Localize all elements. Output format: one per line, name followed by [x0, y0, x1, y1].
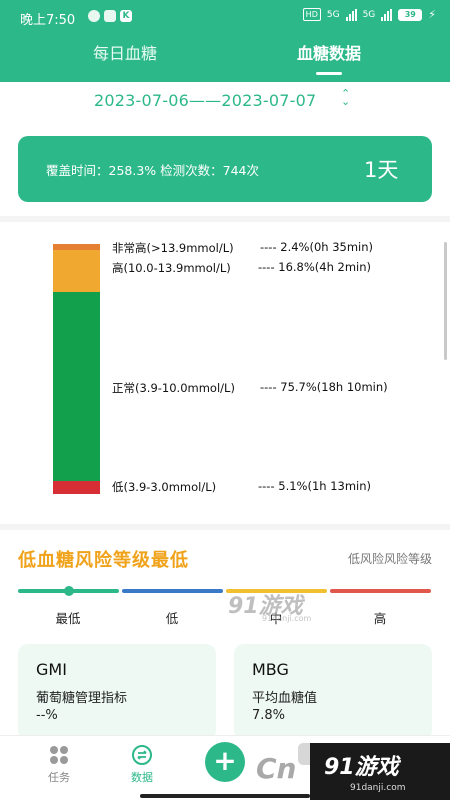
summary-section: 覆盖时间：258.3% 检测次数：744次 1天	[0, 128, 450, 216]
risk-scale-high	[330, 589, 431, 593]
home-indicator[interactable]	[140, 794, 310, 798]
dist-label-very-high: 非常高(>13.9mmol/L)	[112, 241, 234, 255]
chat-icon	[88, 10, 100, 22]
coverage-text: 覆盖时间：258.3% 检测次数：744次	[46, 163, 259, 178]
watermark-box-site: 91danji.com	[350, 783, 406, 793]
status-indicators: HD 5G 5G 39 ⚡	[302, 8, 436, 21]
tab-daily-glucose[interactable]: 每日血糖	[80, 40, 170, 64]
app-header: 晚上7:50 K HD 5G 5G 39 ⚡ 每日血糖 血糖数据	[0, 0, 450, 82]
dist-label-low: 低(3.9-3.0mmol/L)	[112, 480, 217, 495]
add-button[interactable]: +	[205, 742, 245, 782]
scrollbar[interactable]	[444, 242, 447, 360]
metrics-section: GMI 葡萄糖管理指标 --% MBG 平均血糖值 7.8%	[0, 640, 450, 740]
dist-label-high: 高(10.0-13.9mmol/L)	[112, 261, 231, 275]
charging-icon: ⚡	[428, 8, 436, 21]
gmi-value: --%	[36, 708, 58, 723]
nav-tasks[interactable]: 任务	[34, 744, 84, 785]
notification-icons: K	[88, 10, 132, 22]
video-icon	[104, 10, 116, 22]
data-icon	[132, 745, 152, 765]
nav-data-label: 数据	[131, 771, 153, 784]
risk-label-lowest: 最低	[55, 611, 81, 626]
nav-data[interactable]: 数据	[117, 744, 167, 785]
days-count: 1天	[364, 158, 399, 182]
mbg-desc: 平均血糖值	[252, 691, 318, 706]
glucose-distribution: 非常高(>13.9mmol/L) ---- 2.4%(0h 35min) 高(10.…	[0, 222, 450, 524]
risk-scale-low	[122, 589, 223, 593]
risk-section: 低血糖风险等级最低 低风险风险等级 最低 低 中 高	[0, 530, 450, 640]
dist-value-normal: ---- 75.7%(18h 10min)	[260, 379, 388, 394]
dist-label-normal: 正常(3.9-10.0mmol/L)	[112, 380, 235, 395]
date-range-text[interactable]: 2023-07-06——2023-07-07	[94, 91, 316, 110]
dist-value-high: ---- 16.8%(4h 2min)	[258, 260, 372, 274]
sort-arrows-icon[interactable]: ⌃ ⌄	[341, 88, 350, 107]
risk-title: 低血糖风险等级最低	[18, 550, 189, 571]
bar-segment-low	[53, 481, 100, 494]
gmi-title: GMI	[36, 660, 67, 679]
risk-subtitle: 低风险风险等级	[347, 552, 432, 566]
watermark-site: 91danji.com	[262, 614, 312, 623]
dist-value-low: ---- 5.1%(1h 13min)	[258, 479, 372, 494]
mbg-title: MBG	[252, 660, 289, 679]
watermark-box-text: 91游戏	[324, 755, 399, 780]
signal-icon-2	[381, 8, 393, 21]
distribution-bar	[53, 244, 100, 494]
risk-label-high: 高	[373, 611, 387, 626]
network-5g-label: 5G	[326, 9, 340, 20]
bar-segment-normal	[53, 292, 100, 482]
k-app-icon: K	[120, 10, 132, 22]
status-bar: 晚上7:50 K HD 5G 5G 39 ⚡	[0, 0, 450, 32]
gmi-card[interactable]: GMI 葡萄糖管理指标 --%	[18, 644, 216, 740]
signal-icon	[345, 8, 357, 21]
battery-icon: 39	[398, 8, 423, 21]
date-range-selector[interactable]: 2023-07-06——2023-07-07 ⌃ ⌄	[0, 82, 450, 128]
network-5g-label-2: 5G	[362, 9, 376, 20]
tab-glucose-data[interactable]: 血糖数据	[284, 40, 374, 64]
nav-tasks-label: 任务	[48, 771, 70, 784]
risk-level-marker	[64, 586, 74, 596]
risk-label-low: 低	[165, 611, 179, 626]
bar-segment-high	[53, 250, 100, 292]
status-time: 晚上7:50	[20, 13, 76, 28]
watermark-fragment: Cn	[256, 752, 297, 785]
watermark-box: 91游戏 91danji.com	[310, 743, 450, 800]
tasks-icon	[50, 746, 68, 764]
mbg-value: 7.8%	[252, 708, 286, 723]
mbg-card[interactable]: MBG 平均血糖值 7.8%	[234, 644, 432, 740]
gmi-desc: 葡萄糖管理指标	[36, 691, 128, 706]
dist-value-very-high: ---- 2.4%(0h 35min)	[260, 240, 374, 254]
hd-icon: HD	[302, 8, 321, 21]
summary-card: 覆盖时间：258.3% 检测次数：744次 1天	[18, 136, 432, 202]
active-tab-indicator	[316, 72, 342, 75]
